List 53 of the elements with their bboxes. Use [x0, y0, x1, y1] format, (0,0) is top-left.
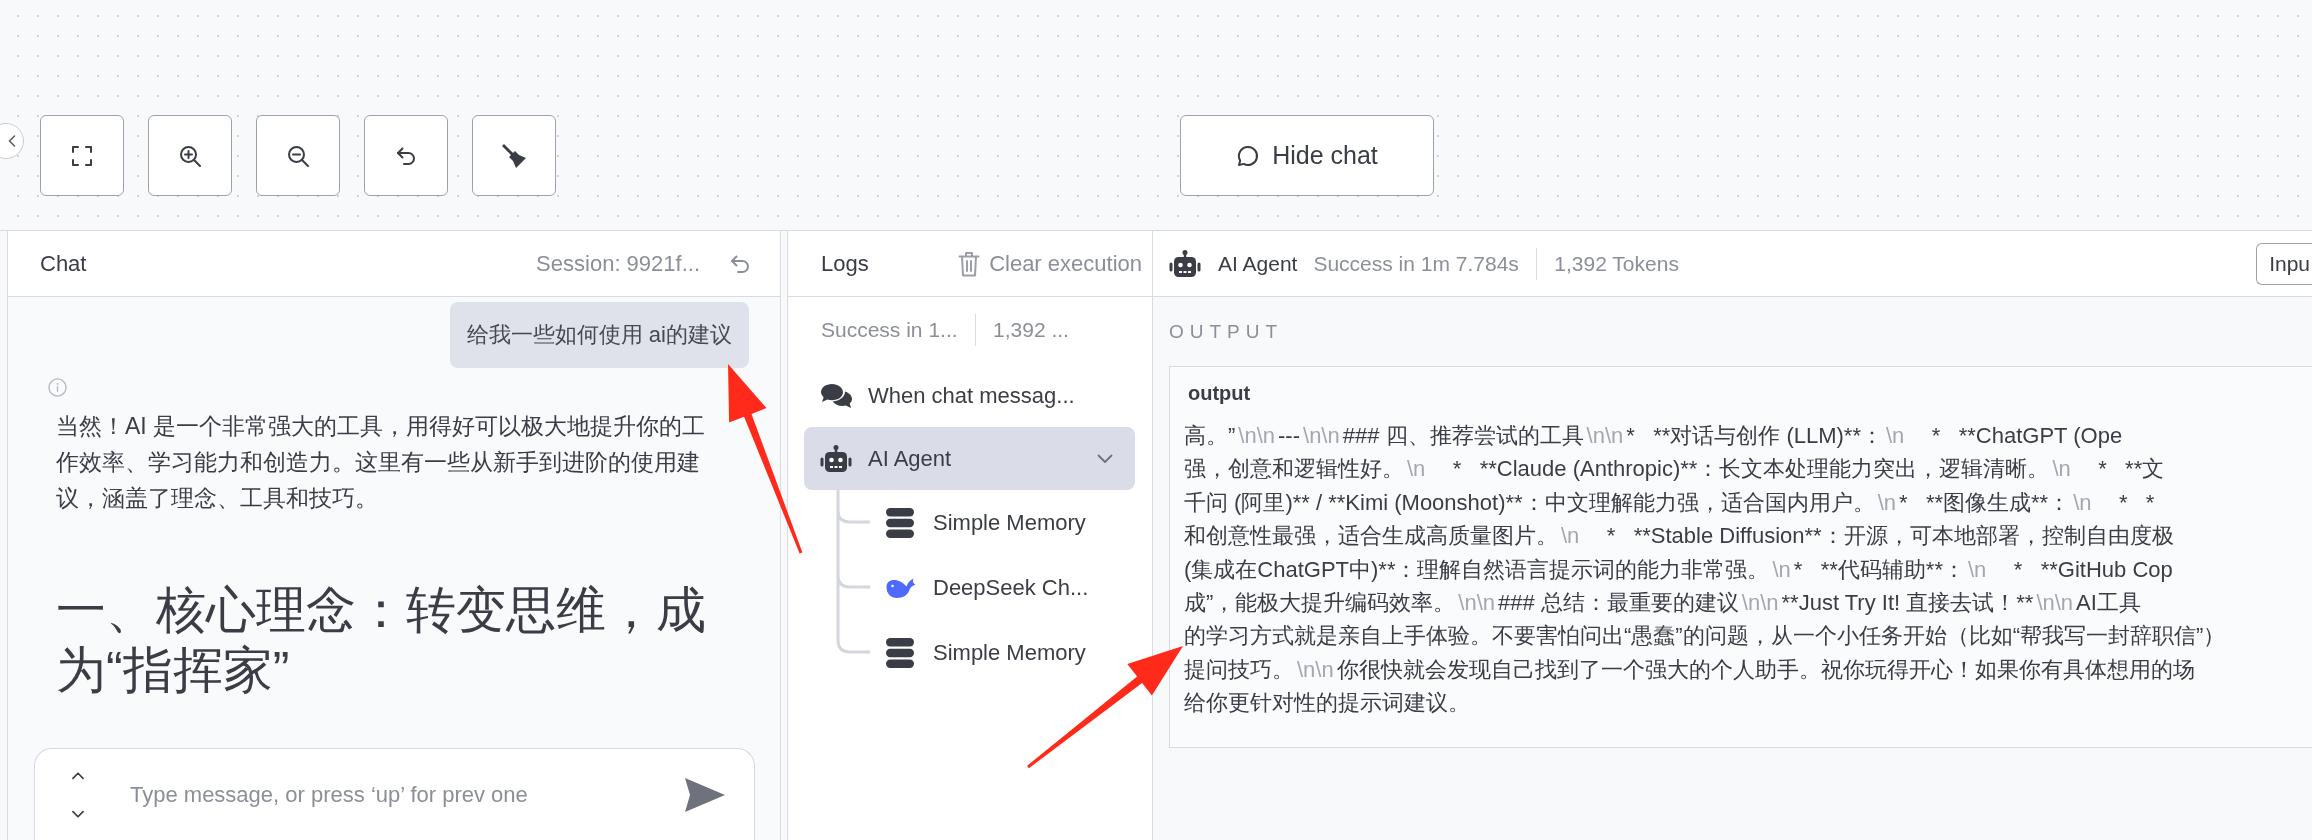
robot-icon	[1169, 249, 1201, 278]
token-count: 1,392 Tokens	[1554, 251, 1679, 276]
log-node-item[interactable]: Simple Memory	[870, 494, 1096, 551]
token-count: 1,392 ...	[993, 318, 1069, 342]
output-text-line: 成”，能极大提升编码效率。\n\n### 总结：最重要的建议\n\n**Just Try It! 直接去试！**\n\nAI工具	[1184, 589, 2141, 615]
session-id: Session: 9921f...	[536, 250, 700, 277]
log-node-item[interactable]: When chat messag...	[804, 364, 1135, 427]
zoom-in-button[interactable]	[148, 115, 232, 196]
output-text-line: 和创意性最强，适合生成高质量图片。\n * **Stable Diffusion**：开源，可本地部署，控制自由度极	[1184, 523, 2174, 549]
robot-icon	[820, 444, 852, 473]
output-text-line: 强，创意和逻辑性好。\n * **Claude (Anthropic)**：长文本处理能力突出，逻辑清晰。\n * **文	[1184, 456, 2165, 482]
input-button[interactable]: Inpu	[2256, 242, 2312, 285]
clear-canvas-button[interactable]	[472, 115, 556, 196]
tree-connector	[836, 490, 870, 555]
log-node-item[interactable]: DeepSeek Ch...	[870, 559, 1099, 616]
chat-bubble-icon	[1236, 143, 1261, 168]
run-status: Success in 1...	[821, 318, 958, 342]
log-node-item[interactable]: AI Agent	[804, 427, 1135, 490]
chevron-down-icon[interactable]	[71, 809, 85, 819]
fit-view-button[interactable]	[40, 115, 124, 196]
output-text-line: (集成在ChatGPT中)**：理解自然语言提示词的能力非常强。\n* **代码辅助**：\n * **GitHub Cop	[1184, 556, 2173, 582]
user-message: 给我一些如何使用 ai的建议	[449, 302, 749, 368]
chat-title: Chat	[40, 250, 87, 277]
output-text-line: 给你更针对性的提示词建议。	[1184, 690, 1470, 716]
info-icon	[48, 378, 67, 397]
output-text-line: 高。”\n\n---\n\n### 四、推荐尝试的工具\n\n* **对话与创作 (LLM)**：\n * **ChatGPT (Ope	[1184, 423, 2123, 448]
hide-chat-button[interactable]: Hide chat	[1180, 115, 1434, 196]
logs-title: Logs	[821, 250, 869, 277]
zoom-in-icon	[178, 143, 202, 168]
assistant-heading: 一、核心理念：转变思维，成为“指挥家”	[56, 581, 707, 700]
assistant-paragraph: 当然！AI 是一个非常强大的工具，用得好可以极大地提升你的工作效率、学习能力和创造力。这里有一些从新手到进阶的使用建议，涵盖了理念、工具和技巧。	[56, 412, 707, 513]
trash-icon	[958, 250, 981, 277]
undo-button[interactable]	[364, 115, 448, 196]
database-icon	[886, 507, 914, 538]
column-header: output	[1187, 381, 1252, 406]
chevron-left-icon	[8, 135, 16, 147]
zoom-out-icon	[286, 143, 310, 168]
section-label: OUTPUT	[1169, 320, 1285, 344]
zoom-out-button[interactable]	[256, 115, 340, 196]
output-text-line: 提问技巧。\n\n你很快就会发现自己找到了一个强大的个人助手。祝你玩得开心！如果你有具体想用的场	[1184, 656, 2195, 682]
node-title: AI Agent	[1218, 251, 1298, 276]
log-node-item[interactable]: Simple Memory	[870, 624, 1096, 681]
chat-bubbles-icon	[820, 381, 852, 410]
send-icon[interactable]	[684, 776, 726, 813]
fish-icon	[886, 576, 916, 599]
fit-view-icon	[70, 143, 94, 168]
message-input[interactable]: Type message, or press ‘up’ for prev one	[130, 779, 664, 810]
database-icon	[886, 637, 914, 668]
chevron-up-icon[interactable]	[71, 770, 85, 780]
output-text-line: 千问 (阿里)** / **Kimi (Moonshot)**：中文理解能力强，适合国内用户。\n* **图像生成**：\n * *	[1184, 489, 2155, 515]
run-status: Success in 1m 7.784s	[1313, 251, 1519, 276]
output-text-line: 的学习方式就是亲自上手体验。不要害怕问出“愚蠢”的问题，从一个小任务开始（比如“帮我写一封辞职信”）	[1184, 623, 2226, 649]
broom-icon	[502, 143, 526, 168]
